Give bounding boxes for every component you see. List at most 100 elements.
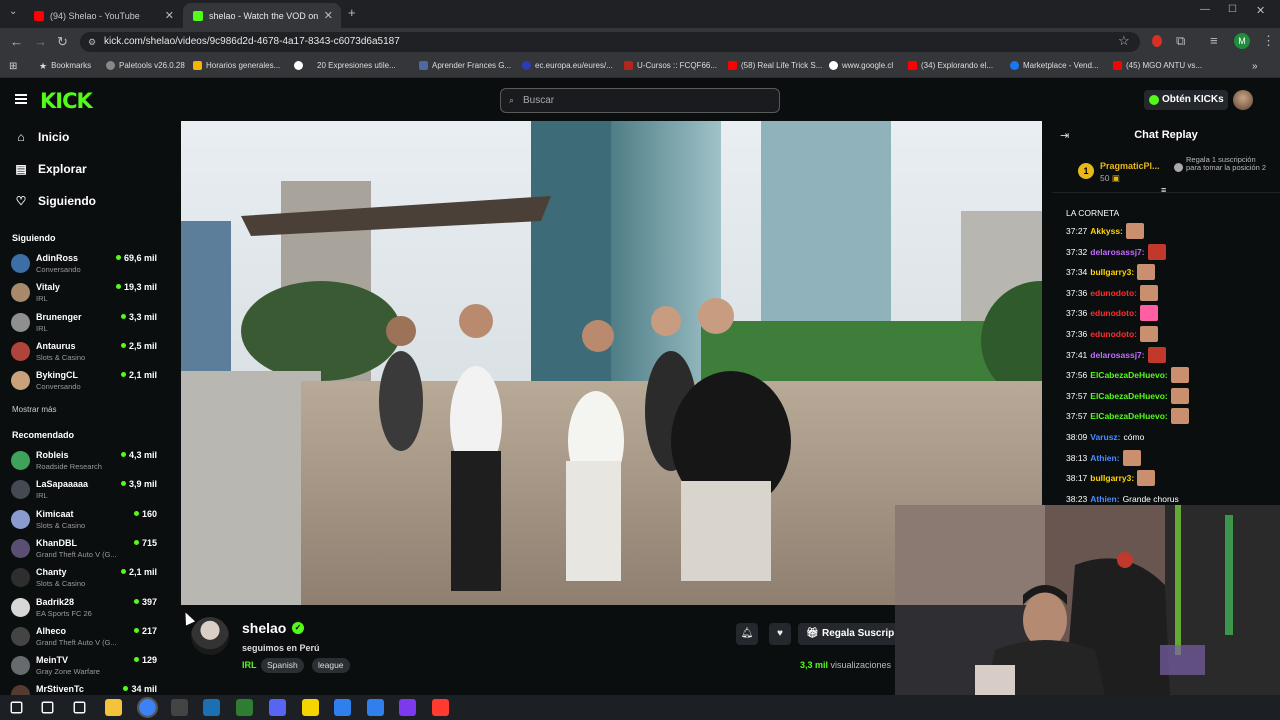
kick-logo[interactable]: KICK — [40, 89, 93, 113]
apps-grid-icon[interactable]: ⊞ — [9, 61, 17, 72]
message-username[interactable]: Akkyss: — [1090, 226, 1123, 236]
file-explorer-icon[interactable] — [105, 699, 122, 716]
game-icon[interactable] — [399, 699, 416, 716]
notification-bell-icon[interactable]: 🔔︎ — [736, 623, 758, 645]
menu-icon[interactable] — [15, 94, 27, 104]
channel-category: Grand Theft Auto V (G... — [36, 637, 117, 647]
sidebar-channel-antaurus[interactable]: Antaurus Slots & Casino 2,5 mil — [11, 339, 163, 367]
message-username[interactable]: bullgarry3: — [1090, 267, 1134, 277]
windows-start-icon[interactable] — [10, 701, 23, 714]
sidebar-channel-brunenger[interactable]: Brunenger IRL 3,3 mil — [11, 310, 163, 338]
message-username[interactable]: ElCabezaDeHuevo: — [1090, 411, 1167, 421]
search-icon[interactable] — [41, 701, 54, 714]
chrome-icon[interactable] — [137, 697, 158, 718]
tag-league[interactable]: league — [312, 658, 350, 673]
url-field[interactable]: ⚙ kick.com/shelao/videos/9c986d2d-4678-4… — [80, 32, 1140, 52]
category-link[interactable]: IRL — [242, 660, 257, 670]
info-icon — [1174, 163, 1183, 172]
message-username[interactable]: delarosassj7: — [1090, 350, 1144, 360]
message-username[interactable]: Athien: — [1090, 453, 1119, 463]
rank-badge: 1 — [1078, 163, 1094, 179]
nav-following[interactable]: ♡ Siguiendo — [14, 194, 96, 208]
bookmark-item[interactable]: www.google.cl — [829, 61, 893, 70]
task-view-icon[interactable] — [73, 701, 86, 714]
bookmark-item[interactable]: (34) Explorando el... — [908, 61, 993, 70]
steam-icon[interactable] — [203, 699, 220, 716]
message-username[interactable]: edunodoto: — [1090, 329, 1137, 339]
message-username[interactable]: Varusz: — [1090, 432, 1120, 442]
sidebar-channel-bykingcl[interactable]: BykingCL Conversando 2,1 mil — [11, 368, 163, 396]
media-control-icon[interactable]: ≡ — [1210, 33, 1218, 48]
site-info-icon[interactable]: ⚙ — [88, 32, 96, 52]
bookmark-item[interactable]: ★ Bookmarks — [39, 61, 91, 71]
profile-avatar[interactable]: M — [1234, 33, 1250, 49]
bookmark-item[interactable]: Horarios generales... — [193, 61, 280, 70]
app-icon[interactable] — [236, 699, 253, 716]
top-gifter-name[interactable]: PragmaticPl... — [1100, 161, 1160, 171]
tab-kick[interactable]: shelao - Watch the VOD on ✕ — [183, 3, 341, 28]
message-username[interactable]: edunodoto: — [1090, 308, 1137, 318]
message-username[interactable]: Athien: — [1090, 494, 1119, 504]
nav-explore[interactable]: ▤ Explorar — [14, 162, 86, 176]
sidebar-channel-khandbl[interactable]: KhanDBL Grand Theft Auto V (G... 715 — [11, 536, 163, 564]
maximize-icon[interactable]: ☐ — [1228, 4, 1237, 15]
message-username[interactable]: bullgarry3: — [1090, 473, 1134, 483]
tab-menu-icon[interactable]: ⌄ — [9, 6, 17, 17]
new-tab-button[interactable]: + — [348, 5, 356, 20]
sidebar-channel-badrik28[interactable]: Badrik28 EA Sports FC 26 397 — [11, 595, 163, 623]
bookmark-item[interactable]: ec.europa.eu/eures/... — [522, 61, 613, 70]
sidebar-channel-lasapaaaaa[interactable]: LaSapaaaaa IRL 3,9 mil — [11, 477, 163, 505]
sidebar-channel-robleis[interactable]: Robleis Roadside Research 4,3 mil — [11, 448, 163, 476]
bookmark-item[interactable]: Aprender Frances G... — [419, 61, 511, 70]
obs-icon[interactable] — [171, 699, 188, 716]
reload-icon[interactable]: ↻ — [57, 34, 68, 50]
tag-spanish[interactable]: Spanish — [261, 658, 304, 673]
emote-icon — [1170, 387, 1189, 404]
notes-icon[interactable] — [302, 699, 319, 716]
sidebar-channel-adinross[interactable]: AdinRoss Conversando 69,6 mil — [11, 251, 163, 279]
calculator-icon[interactable] — [367, 699, 384, 716]
nav-home[interactable]: ⌂ Inicio — [14, 130, 69, 144]
chevron-down-icon[interactable]: ≡ — [1161, 185, 1166, 195]
user-avatar[interactable] — [1233, 90, 1253, 110]
discord-icon[interactable] — [269, 699, 286, 716]
channel-avatar[interactable] — [191, 617, 229, 655]
url-text: kick.com/shelao/videos/9c986d2d-4678-4a1… — [104, 36, 400, 47]
bookmark-item[interactable]: Marketplace - Vend... — [1010, 61, 1099, 70]
sidebar-channel-alheco[interactable]: Alheco Grand Theft Auto V (G... 217 — [11, 624, 163, 652]
bookmark-item[interactable]: 20 Expresiones utile... — [294, 61, 396, 70]
ea-icon[interactable] — [432, 699, 449, 716]
close-tab-icon[interactable]: ✕ — [324, 9, 333, 22]
bookmark-item[interactable]: Paletools v26.0.28 — [106, 61, 185, 70]
extensions-puzzle-icon[interactable]: ⧉ — [1176, 33, 1185, 49]
chrome-menu-icon[interactable]: ⋮ — [1262, 33, 1275, 49]
sidebar-channel-meintv[interactable]: MeinTV Gray Zone Warfare 129 — [11, 653, 163, 681]
tab-youtube[interactable]: (94) Shelao - YouTube ✕ — [24, 3, 182, 28]
chat-message: 37:56 ElCabezaDeHuevo: — [1066, 367, 1189, 384]
channel-name[interactable]: shelao — [242, 620, 286, 636]
close-tab-icon[interactable]: ✕ — [165, 9, 174, 22]
gift-subscription-button[interactable]: 🎁︎ Regala Suscrip — [798, 623, 898, 645]
message-username[interactable]: delarosassj7: — [1090, 247, 1144, 257]
extension-icon[interactable] — [1152, 35, 1162, 47]
close-window-icon[interactable]: ✕ — [1256, 4, 1265, 17]
back-icon[interactable]: ← — [10, 34, 23, 49]
message-username[interactable]: ElCabezaDeHuevo: — [1090, 370, 1167, 380]
follow-heart-icon[interactable]: ♥ — [769, 623, 791, 645]
sidebar-channel-chanty[interactable]: Chanty Slots & Casino 2,1 mil — [11, 565, 163, 593]
sidebar-channel-vitaly[interactable]: Vitaly IRL 19,3 mil — [11, 280, 163, 308]
calendar-icon[interactable] — [334, 699, 351, 716]
more-bookmarks-icon[interactable]: » — [1252, 61, 1258, 72]
minimize-icon[interactable]: — — [1200, 4, 1210, 15]
get-kicks-button[interactable]: Obtén KICKs — [1144, 90, 1228, 110]
bookmark-star-icon[interactable]: ☆ — [1118, 33, 1130, 49]
message-username[interactable]: ElCabezaDeHuevo: — [1090, 391, 1167, 401]
sidebar-channel-kimicaat[interactable]: Kimicaat Slots & Casino 160 — [11, 507, 163, 535]
message-username[interactable]: edunodoto: — [1090, 288, 1137, 298]
show-more-link[interactable]: Mostrar más — [12, 405, 56, 414]
bookmark-item[interactable]: (58) Real Life Trick S... — [728, 61, 822, 70]
search-input[interactable]: ⌕ Buscar — [500, 88, 780, 113]
bookmark-item[interactable]: U-Cursos :: FCQF66... — [624, 61, 717, 70]
forward-icon[interactable]: → — [34, 34, 47, 49]
bookmark-item[interactable]: (45) MGO ANTU vs... — [1113, 61, 1202, 70]
